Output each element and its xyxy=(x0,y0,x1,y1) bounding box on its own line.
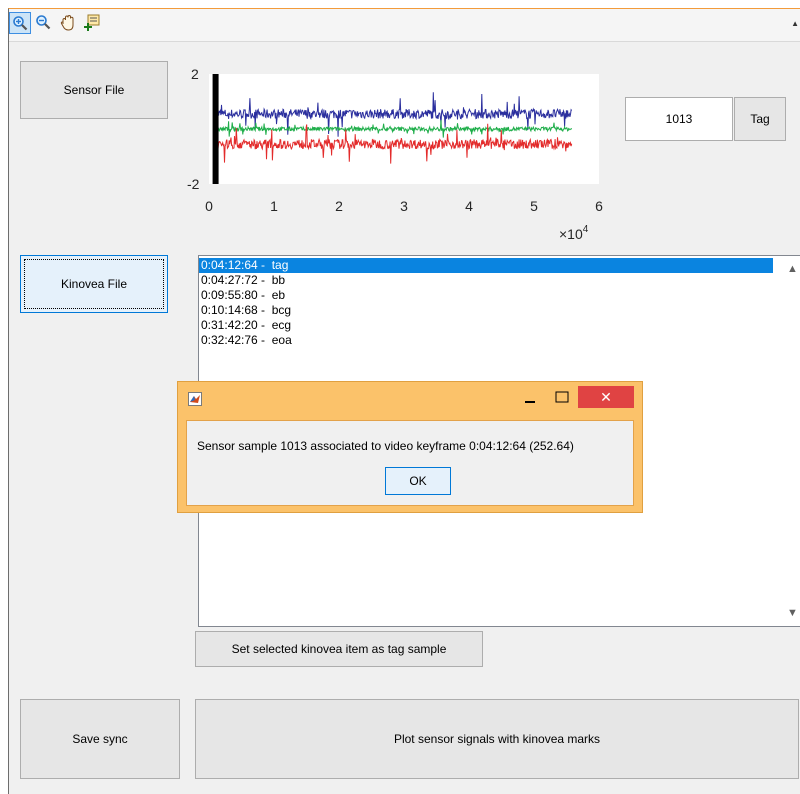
x-exponent-label: ×104 xyxy=(559,224,589,241)
maximize-icon[interactable] xyxy=(550,388,574,408)
list-item[interactable]: 0:32:42:76 - eoa xyxy=(199,333,773,348)
list-item[interactable]: 0:10:14:68 - bcg xyxy=(199,303,773,318)
tag-button[interactable]: Tag xyxy=(734,97,786,141)
x-tick-label: 3 xyxy=(400,198,408,214)
data-cursor-button[interactable] xyxy=(81,12,103,34)
x-tick-label: 6 xyxy=(595,198,603,214)
y-tick-label: -2 xyxy=(187,176,200,192)
list-item[interactable]: 0:31:42:20 - ecg xyxy=(199,318,773,333)
toolbar-overflow-icon[interactable]: ▲ xyxy=(791,19,799,28)
set-tag-sample-button[interactable]: Set selected kinovea item as tag sample xyxy=(195,631,483,667)
zoom-out-icon xyxy=(36,15,51,30)
pan-button[interactable] xyxy=(57,12,79,34)
zoom-out-button[interactable] xyxy=(33,12,55,34)
list-item[interactable]: 0:09:55:80 - eb xyxy=(199,288,773,303)
dialog-body: Sensor sample 1013 associated to video k… xyxy=(186,420,634,506)
kinovea-file-button[interactable]: Kinovea File xyxy=(20,255,168,313)
scroll-down-icon[interactable]: ▼ xyxy=(784,604,800,621)
x-tick-label: 0 xyxy=(205,198,213,214)
close-icon[interactable]: ✕ xyxy=(578,386,634,408)
plot-signals-button[interactable]: Plot sensor signals with kinovea marks xyxy=(195,699,799,779)
figure-toolbar: ▲ xyxy=(9,9,800,42)
zoom-in-button[interactable] xyxy=(9,12,31,34)
tag-marker xyxy=(212,74,219,184)
tag-sample-field[interactable]: 1013 xyxy=(625,97,733,141)
listbox-scrollbar[interactable]: ▲ ▼ xyxy=(784,256,800,626)
app-window: ▲ Sensor File 0 1 2 3 4 5 6 2 -2 ×104 1013 Tag… xyxy=(8,8,800,794)
dialog-titlebar[interactable]: ✕ xyxy=(178,382,642,412)
message-dialog: ✕ Sensor sample 1013 associated to video… xyxy=(177,381,643,513)
sensor-chart: 0 1 2 3 4 5 6 2 -2 ×104 xyxy=(187,66,603,241)
scroll-up-icon[interactable]: ▲ xyxy=(784,260,800,277)
sensor-file-button[interactable]: Sensor File xyxy=(20,61,168,119)
x-tick-label: 2 xyxy=(335,198,343,214)
pan-hand-icon xyxy=(60,14,74,31)
zoom-in-icon xyxy=(13,16,28,31)
x-tick-label: 5 xyxy=(530,198,538,214)
ok-button[interactable]: OK xyxy=(385,467,451,495)
list-item[interactable]: 0:04:12:64 - tag xyxy=(199,258,773,273)
dialog-message: Sensor sample 1013 associated to video k… xyxy=(197,439,574,453)
x-tick-label: 1 xyxy=(270,198,278,214)
save-sync-button[interactable]: Save sync xyxy=(20,699,180,779)
x-tick-label: 4 xyxy=(465,198,473,214)
matlab-icon xyxy=(188,392,202,406)
y-tick-label: 2 xyxy=(191,66,199,82)
data-cursor-icon xyxy=(84,14,100,31)
minimize-icon[interactable] xyxy=(518,388,542,408)
list-item[interactable]: 0:04:27:72 - bb xyxy=(199,273,773,288)
